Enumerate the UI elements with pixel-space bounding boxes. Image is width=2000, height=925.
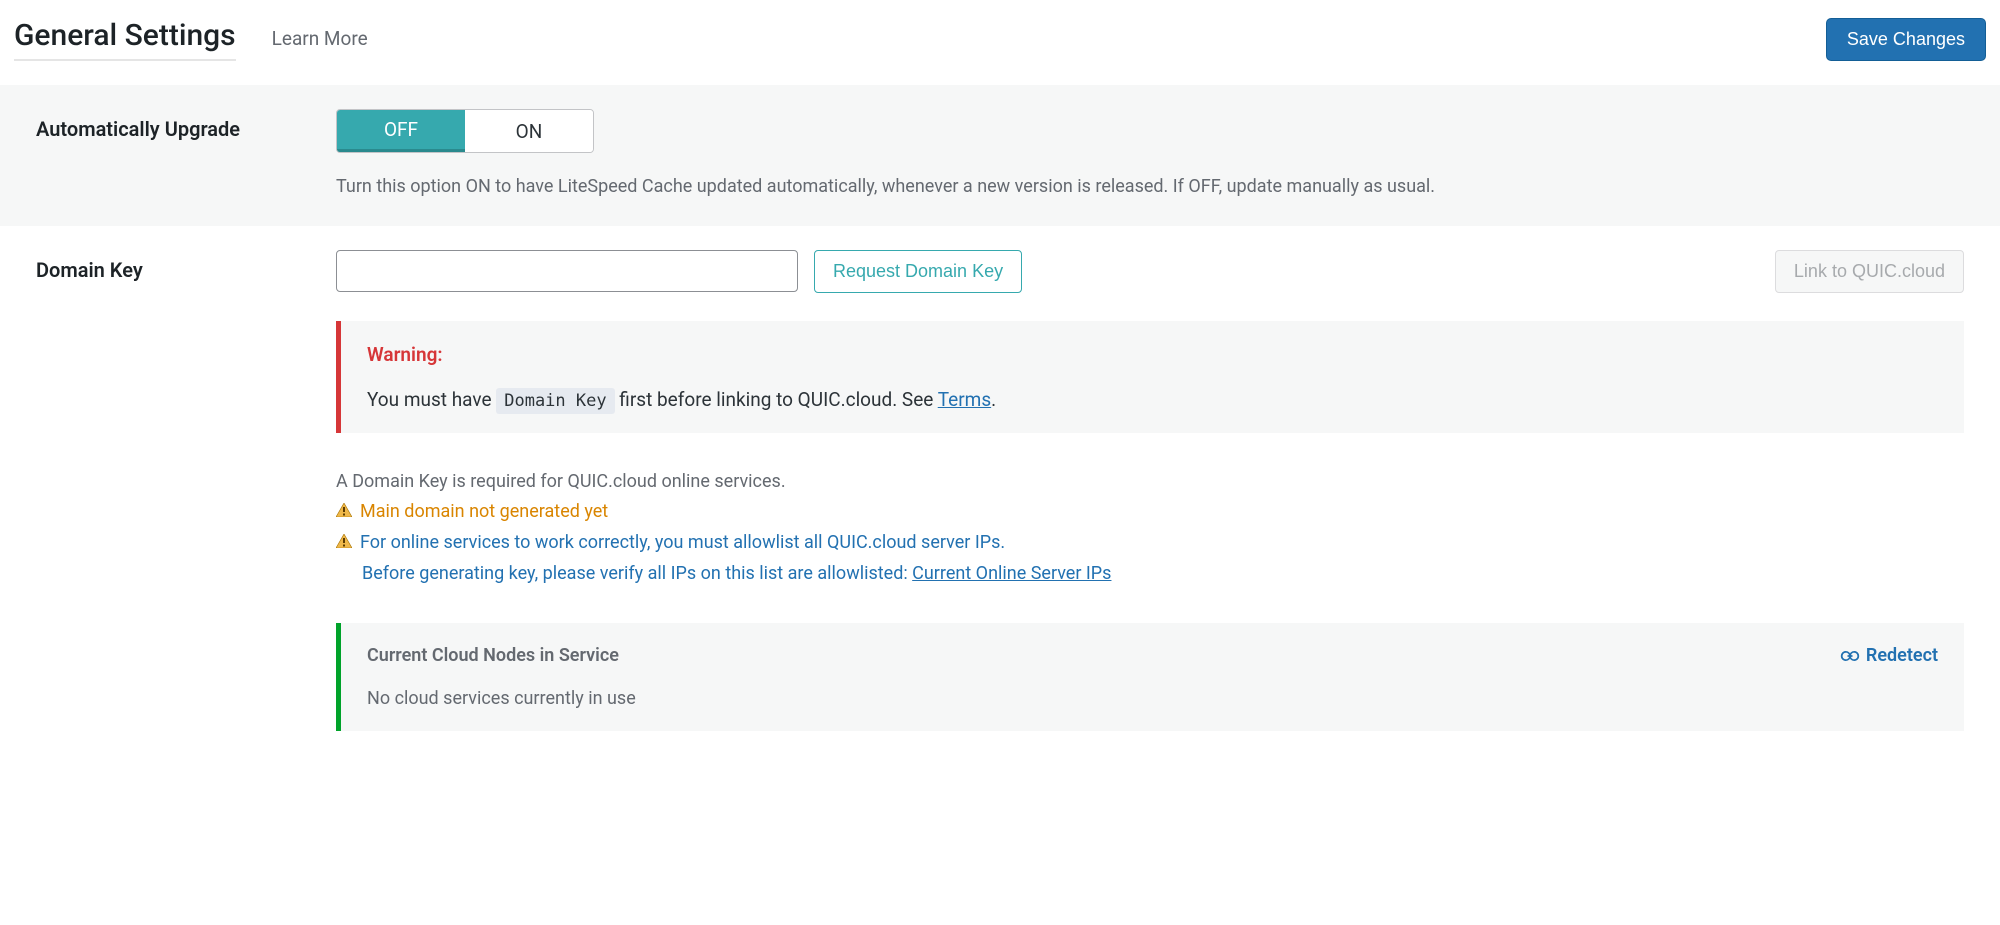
request-domain-key-button[interactable]: Request Domain Key <box>814 250 1022 293</box>
auto-upgrade-row: Automatically Upgrade OFF ON Turn this o… <box>0 85 2000 226</box>
info-line-verify: Before generating key, please verify all… <box>336 559 1964 590</box>
warning-text: You must have Domain Key first before li… <box>367 388 1938 411</box>
warning-suffix: . <box>991 388 996 411</box>
warning-box: Warning: You must have Domain Key first … <box>336 321 1964 433</box>
warning-title: Warning: <box>367 343 1938 366</box>
auto-upgrade-description: Turn this option ON to have LiteSpeed Ca… <box>336 173 1964 202</box>
save-changes-button[interactable]: Save Changes <box>1826 18 1986 61</box>
link-icon <box>1840 649 1860 663</box>
domain-key-chip: Domain Key <box>496 388 614 414</box>
auto-upgrade-label: Automatically Upgrade <box>36 109 336 141</box>
nodes-header: Current Cloud Nodes in Service Redetect <box>367 645 1938 666</box>
info-line-required: A Domain Key is required for QUIC.cloud … <box>336 467 1964 498</box>
nodes-body: No cloud services currently in use <box>367 688 1938 709</box>
domain-key-controls: Request Domain Key Link to QUIC.cloud <box>336 250 1964 293</box>
server-ips-link[interactable]: Current Online Server IPs <box>912 563 1111 584</box>
link-quic-cloud-button[interactable]: Link to QUIC.cloud <box>1775 250 1964 293</box>
domain-key-input[interactable] <box>336 250 798 292</box>
terms-link[interactable]: Terms <box>938 388 991 411</box>
toggle-off[interactable]: OFF <box>337 110 465 152</box>
auto-upgrade-content: OFF ON Turn this option ON to have LiteS… <box>336 109 1964 202</box>
info-line-not-generated: Main domain not generated yet <box>336 497 1964 528</box>
redetect-link[interactable]: Redetect <box>1840 645 1938 666</box>
nodes-title: Current Cloud Nodes in Service <box>367 645 619 666</box>
page-title: General Settings <box>14 18 236 61</box>
info-line-allowlist: For online services to work correctly, y… <box>336 528 1964 559</box>
info-text-allowlist: For online services to work correctly, y… <box>360 528 1005 559</box>
page-header: General Settings Learn More Save Changes <box>0 0 2000 85</box>
header-left: General Settings Learn More <box>14 18 368 61</box>
warning-icon <box>336 503 352 517</box>
domain-key-content: Request Domain Key Link to QUIC.cloud Wa… <box>336 250 1964 731</box>
info-block: A Domain Key is required for QUIC.cloud … <box>336 467 1964 589</box>
info-text-verify: Before generating key, please verify all… <box>362 563 912 584</box>
cloud-nodes-box: Current Cloud Nodes in Service Redetect … <box>336 623 1964 731</box>
auto-upgrade-toggle: OFF ON <box>336 109 594 153</box>
learn-more-link[interactable]: Learn More <box>272 27 368 50</box>
warning-mid: first before linking to QUIC.cloud. See <box>615 388 938 411</box>
toggle-on[interactable]: ON <box>465 110 593 152</box>
warning-icon <box>336 534 352 548</box>
info-text-required: A Domain Key is required for QUIC.cloud … <box>336 467 786 498</box>
domain-key-row: Domain Key Request Domain Key Link to QU… <box>0 226 2000 755</box>
redetect-text: Redetect <box>1866 645 1938 666</box>
warning-prefix: You must have <box>367 388 496 411</box>
domain-key-label: Domain Key <box>36 250 336 282</box>
info-text-not-generated: Main domain not generated yet <box>360 497 608 528</box>
